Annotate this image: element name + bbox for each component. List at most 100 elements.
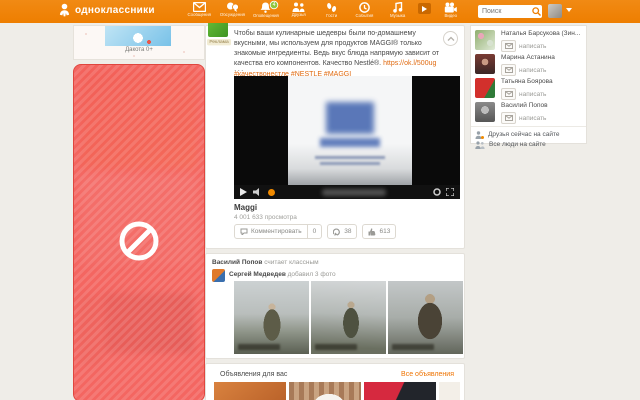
video-player[interactable] [234, 76, 460, 199]
nav-guests[interactable]: Гости [315, 2, 348, 20]
author-avatar[interactable] [212, 269, 225, 282]
video-camera-icon [444, 2, 457, 13]
top-navigation-bar: одноклассники Сообщения Обсуждения 4 Опо… [0, 0, 640, 23]
friend-name[interactable]: Наталья Барсукова (Зин... [501, 30, 583, 37]
actor-name[interactable]: Василий Попов [212, 259, 262, 266]
classifieds-card: Объявления для вас Все объявления [205, 363, 465, 400]
like-count: 613 [379, 228, 391, 235]
music-note-icon [392, 2, 402, 13]
friend-avatar[interactable] [475, 102, 495, 122]
classifieds-row [214, 382, 460, 400]
nav-miniplayer[interactable] [414, 2, 434, 20]
left-ad-card[interactable]: Дакота 0+ [73, 25, 205, 60]
author-name[interactable]: Сергей Медведев [229, 271, 286, 278]
page: Дакота 0+ Реклама Чтобы ваши кулинарные … [0, 0, 640, 400]
chat-bubbles-icon [227, 2, 239, 12]
blocked-ad-region[interactable] [73, 64, 205, 400]
photo-3[interactable] [388, 281, 463, 354]
post-activity-header: Василий Попов считает классным [212, 259, 319, 266]
search-input[interactable] [478, 8, 532, 15]
photo-2[interactable] [311, 281, 386, 354]
notification-badge: 4 [269, 0, 279, 10]
post-text: Чтобы ваши кулинарные шедевры были по-до… [234, 29, 440, 80]
envelope-icon [504, 91, 513, 97]
all-people-online-link[interactable]: Все люди на сайте [475, 140, 586, 149]
chevron-up-icon [447, 36, 454, 41]
prohibition-icon [116, 218, 162, 269]
share-button[interactable]: 38 [327, 224, 358, 239]
nav-messages[interactable]: Сообщения [183, 2, 216, 20]
friend-name[interactable]: Василий Попов [501, 102, 583, 109]
post-author-line: Сергей Медведев добавил 3 фото [229, 271, 336, 278]
user-avatar[interactable] [548, 4, 562, 18]
comment-icon [240, 228, 248, 235]
person-online-icon [475, 130, 484, 139]
volume-icon[interactable] [253, 188, 262, 196]
ok-logo-icon [59, 3, 70, 17]
friend-avatar[interactable] [475, 54, 495, 74]
blurred-nestle-logo [326, 102, 374, 134]
nav-friends[interactable]: Друзья [282, 2, 315, 20]
comment-button[interactable]: Комментировать 0 [234, 224, 323, 239]
classified-item-3[interactable] [364, 382, 436, 400]
friend-avatar[interactable] [475, 78, 495, 98]
post-more-ellipsis[interactable]: ... [234, 63, 245, 73]
play-icon[interactable] [240, 188, 247, 196]
post-actions: Комментировать 0 38 613 [234, 224, 397, 239]
header-nav: Сообщения Обсуждения 4 Оповещения Друзья… [183, 0, 467, 20]
like-button[interactable]: 613 [362, 224, 397, 239]
friend-suggestion-row: Наталья Барсукова (Зин... написать [471, 28, 586, 52]
classified-item-4[interactable] [439, 382, 460, 400]
post-link[interactable]: https://ok.l/500ug [383, 60, 436, 67]
write-message-link[interactable]: написать [501, 64, 546, 76]
left-ad-caption: Дакота 0+ [125, 47, 153, 53]
video-frame [288, 76, 412, 185]
friends-online-link[interactable]: Друзья сейчас на сайте [475, 130, 586, 139]
friend-name[interactable]: Марина Астанина [501, 54, 583, 61]
footprints-icon [327, 3, 337, 12]
collapse-post-button[interactable] [443, 31, 458, 46]
video-title[interactable]: Maggi [234, 203, 257, 212]
video-time-blurred [322, 188, 386, 196]
chevron-down-icon[interactable] [566, 8, 572, 12]
settings-icon[interactable] [433, 183, 441, 199]
video-controls[interactable] [234, 185, 460, 199]
brand-name: одноклассники [75, 4, 155, 16]
nav-discussions[interactable]: Обсуждения [216, 2, 249, 20]
brand[interactable]: одноклассники [58, 3, 155, 17]
photo-strip [234, 281, 463, 354]
classified-item-1[interactable] [214, 382, 286, 400]
friend-name[interactable]: Татьяна Боярова [501, 78, 583, 85]
nav-video[interactable]: Видео [434, 2, 467, 20]
envelope-icon [504, 43, 513, 49]
nav-events[interactable]: События [348, 2, 381, 20]
sponsored-post-card: Реклама Чтобы ваши кулинарные шедевры бы… [205, 20, 465, 249]
photo-1[interactable] [234, 281, 309, 354]
envelope-icon [504, 67, 513, 73]
fullscreen-icon[interactable] [445, 183, 455, 199]
friends-sidebar: Наталья Барсукова (Зин... написать Марин… [470, 25, 587, 149]
write-message-link[interactable]: написать [501, 88, 546, 100]
nav-notifications[interactable]: 4 Оповещения [249, 0, 282, 20]
nav-music[interactable]: Музыка [381, 2, 414, 20]
post-quality-line: Качество Nestlé®. [322, 60, 382, 67]
progress-handle[interactable] [268, 188, 275, 196]
thumb-up-icon [368, 227, 376, 235]
left-ad-image[interactable] [105, 26, 171, 46]
share-count: 38 [344, 228, 352, 235]
write-message-link[interactable]: написать [501, 40, 546, 52]
classified-item-2[interactable] [289, 382, 361, 400]
video-views: 4 001 633 просмотра [234, 214, 297, 221]
search-box[interactable] [478, 5, 542, 18]
online-links: Друзья сейчас на сайте Все люди на сайте [471, 126, 586, 149]
play-icon [421, 5, 427, 12]
friend-avatar[interactable] [475, 30, 495, 50]
classifieds-title: Объявления для вас [220, 371, 288, 378]
all-classifieds-link[interactable]: Все объявления [401, 371, 454, 378]
search-icon[interactable] [532, 7, 541, 16]
write-message-link[interactable]: написать [501, 112, 546, 124]
people-icon [475, 140, 485, 149]
friend-suggestion-row: Татьяна Боярова написать [471, 76, 586, 100]
comment-count: 0 [306, 225, 322, 238]
friend-suggestion-row: Марина Астанина написать [471, 52, 586, 76]
